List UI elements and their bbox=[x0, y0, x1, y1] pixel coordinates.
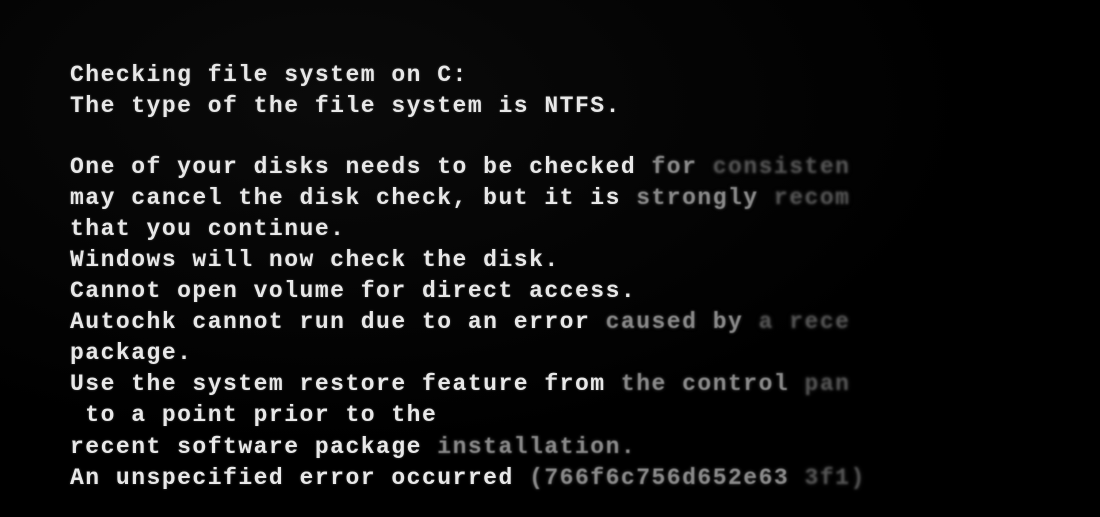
line-text-faded: the control bbox=[621, 371, 805, 397]
line-text: Autochk cannot run due to an error bbox=[70, 309, 606, 335]
line-text: may cancel the disk check, but it is bbox=[70, 185, 636, 211]
console-line: package. bbox=[70, 338, 1100, 369]
console-line: recent software package installation. bbox=[70, 432, 1100, 463]
line-text: recent software package bbox=[70, 434, 437, 460]
line-text-faded: installation. bbox=[437, 434, 636, 460]
console-line: An unspecified error occurred (766f6c756… bbox=[70, 463, 1100, 494]
console-line: Cannot open volume for direct access. bbox=[70, 276, 1100, 307]
line-text: Checking file system on C: bbox=[70, 62, 468, 88]
line-text-faded: strongly bbox=[636, 185, 774, 211]
line-text-faded: pan bbox=[805, 371, 851, 397]
line-text-faded: recom bbox=[774, 185, 851, 211]
console-line: Autochk cannot run due to an error cause… bbox=[70, 307, 1100, 338]
line-text: package. bbox=[70, 340, 192, 366]
console-line: The type of the file system is NTFS. bbox=[70, 91, 1100, 122]
line-text-faded: for bbox=[652, 154, 713, 180]
line-text: to a point prior to the bbox=[70, 402, 437, 428]
console-line: Windows will now check the disk. bbox=[70, 245, 1100, 276]
console-line: may cancel the disk check, but it is str… bbox=[70, 183, 1100, 214]
line-text: Windows will now check the disk. bbox=[70, 247, 560, 273]
line-text-faded: 3f1) bbox=[805, 465, 866, 491]
line-text-faded: (766f6c756d652e63 bbox=[529, 465, 804, 491]
line-text: An unspecified error occurred bbox=[70, 465, 529, 491]
console-line: to a point prior to the bbox=[70, 400, 1100, 431]
console-output: Checking file system on C: The type of t… bbox=[70, 60, 1100, 494]
line-text: One of your disks needs to be checked bbox=[70, 154, 652, 180]
line-text-faded: consisten bbox=[713, 154, 851, 180]
line-text-faded: caused by bbox=[606, 309, 759, 335]
console-line: Use the system restore feature from the … bbox=[70, 369, 1100, 400]
line-text: Cannot open volume for direct access. bbox=[70, 278, 636, 304]
line-text-faded: a rece bbox=[759, 309, 851, 335]
line-text: The type of the file system is NTFS. bbox=[70, 93, 621, 119]
console-line: One of your disks needs to be checked fo… bbox=[70, 152, 1100, 183]
line-text: Use the system restore feature from bbox=[70, 371, 621, 397]
line-text: that you continue. bbox=[70, 216, 345, 242]
console-line: that you continue. bbox=[70, 214, 1100, 245]
console-line: Checking file system on C: bbox=[70, 60, 1100, 91]
blank-line bbox=[70, 122, 1100, 152]
